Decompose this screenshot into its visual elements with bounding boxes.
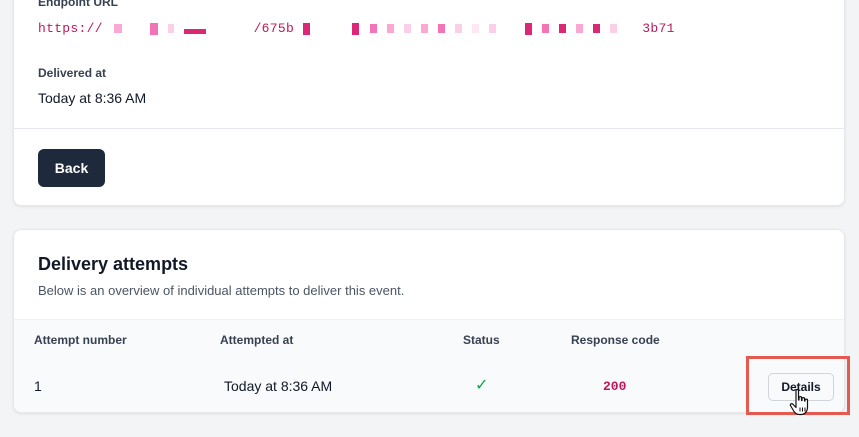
endpoint-url-start: https://	[38, 21, 103, 36]
attempted-at-cell: Today at 8:36 AM	[224, 378, 333, 394]
redacted-block	[302, 21, 626, 36]
delivery-attempts-card: Delivery attempts Below is an overview o…	[13, 229, 845, 413]
endpoint-url-value[interactable]: https:// /675b 3b71	[38, 21, 675, 36]
column-header-response-code: Response code	[571, 333, 660, 347]
column-header-status: Status	[463, 333, 500, 347]
section-divider	[14, 128, 844, 129]
delivered-at-label: Delivered at	[38, 66, 107, 80]
endpoint-url-label: Endpoint URL	[38, 0, 118, 9]
column-header-attempted-at: Attempted at	[220, 333, 294, 347]
column-header-attempt-number: Attempt number	[34, 333, 127, 347]
back-button[interactable]: Back	[38, 149, 105, 187]
redacted-block	[113, 21, 216, 36]
table-header: Attempt number Attempted at Status Respo…	[14, 319, 844, 361]
section-subtitle: Below is an overview of individual attem…	[38, 283, 405, 298]
section-title: Delivery attempts	[38, 254, 189, 274]
delivered-at-value: Today at 8:36 AM	[38, 90, 147, 106]
endpoint-url-mid: /675b	[253, 21, 295, 36]
success-check-icon: ✓	[475, 377, 489, 394]
event-details-card: Endpoint URL https:// /675b 3b71 Deliver…	[13, 0, 845, 206]
hand-pointer-icon	[789, 388, 809, 416]
response-code-cell: 200	[603, 379, 627, 394]
endpoint-url-end: 3b71	[642, 21, 675, 36]
table-row[interactable]: 1 Today at 8:36 AM ✓ 200 Details	[14, 360, 844, 412]
attempt-number-cell: 1	[34, 378, 42, 394]
